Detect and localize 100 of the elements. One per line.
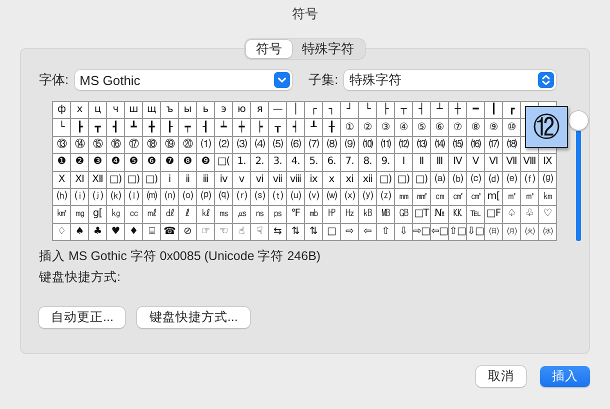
keyboard-shortcut-button[interactable]: 键盘快捷方式... <box>137 307 250 328</box>
symbol-cell[interactable]: ④ <box>395 119 413 137</box>
scroll-bar[interactable] <box>576 131 581 241</box>
symbol-cell[interactable]: ⅸ <box>305 172 323 189</box>
symbol-cell[interactable]: ┻ <box>125 119 143 137</box>
symbol-cell[interactable]: ㎎ <box>71 206 89 224</box>
symbol-cell[interactable]: ⇦ <box>359 224 377 241</box>
symbol-cell[interactable]: ⒫ <box>197 188 215 206</box>
symbol-cell[interactable]: ⑮ <box>89 136 107 154</box>
symbol-cell[interactable]: Ⅻ <box>89 172 107 189</box>
symbol-cell[interactable]: ⅰ <box>161 172 179 189</box>
symbol-cell[interactable]: ⒮ <box>251 188 269 206</box>
symbol-cell[interactable]: ♠ <box>71 224 89 241</box>
symbol-cell[interactable]: ㎳ <box>215 206 233 224</box>
symbol-cell[interactable]: ⒩ <box>161 188 179 206</box>
font-select[interactable]: MS Gothic <box>74 70 292 90</box>
symbol-cell[interactable]: Ⅳ <box>449 154 467 172</box>
scroll-thumb[interactable] <box>569 111 588 130</box>
symbol-cell[interactable]: ┳ <box>89 119 107 137</box>
symbol-cell[interactable]: х <box>71 102 89 120</box>
symbol-cell[interactable]: Ⅺ <box>71 172 89 189</box>
symbol-cell[interactable]: □) <box>125 172 143 189</box>
symbol-cell[interactable]: ┏ <box>503 102 521 120</box>
symbol-cell[interactable]: │ <box>287 102 305 120</box>
symbol-cell[interactable]: m[ <box>485 188 503 206</box>
symbol-cell[interactable]: ┤ <box>413 102 431 120</box>
tab[interactable]: 特殊字符 <box>292 40 364 58</box>
symbol-cell[interactable]: ⒤ <box>71 188 89 206</box>
symbol-cell[interactable]: ㈪ <box>503 224 521 241</box>
symbol-cell[interactable]: ♥ <box>107 224 125 241</box>
symbol-cell[interactable]: ⒡ <box>521 172 539 189</box>
symbol-cell[interactable]: ㎞ <box>539 188 557 206</box>
symbol-cell[interactable]: ⅳ <box>215 172 233 189</box>
symbol-cell[interactable]: ♦ <box>125 224 143 241</box>
symbol-cell[interactable]: ⑱ <box>143 136 161 154</box>
symbol-cell[interactable]: ┠ <box>161 119 179 137</box>
symbol-cell[interactable]: ❾ <box>197 154 215 172</box>
symbol-cell[interactable]: э <box>215 102 233 120</box>
symbol-cell[interactable]: □) <box>377 172 395 189</box>
symbol-cell[interactable]: ㈰ <box>485 224 503 241</box>
symbol-cell[interactable]: ㎇ <box>395 206 413 224</box>
symbol-cell[interactable]: Ⅲ <box>431 154 449 172</box>
symbol-cell[interactable]: ♡ <box>539 206 557 224</box>
symbol-cell[interactable]: ⒜ <box>431 172 449 189</box>
symbol-cell[interactable]: ㎰ <box>269 206 287 224</box>
symbol-cell[interactable]: ㈫ <box>521 224 539 241</box>
symbol-cell[interactable]: ㎖ <box>143 206 161 224</box>
symbol-cell[interactable]: ❷ <box>71 154 89 172</box>
symbol-cell[interactable]: ⑧ <box>467 119 485 137</box>
symbol-cell[interactable]: ⑶ <box>233 136 251 154</box>
symbol-cell[interactable]: □F <box>485 206 503 224</box>
symbol-cell[interactable]: ❺ <box>125 154 143 172</box>
symbol-cell[interactable]: ⅵ <box>251 172 269 189</box>
symbol-cell[interactable]: □) <box>143 172 161 189</box>
symbol-cell[interactable]: ㎘ <box>197 206 215 224</box>
symbol-cell[interactable]: ㎡ <box>503 188 521 206</box>
symbol-cell[interactable]: Ⅷ <box>521 154 539 172</box>
symbol-cell[interactable]: ⇧□ <box>449 224 467 241</box>
symbol-cell[interactable]: 6. <box>323 154 341 172</box>
symbol-cell[interactable]: 4. <box>287 154 305 172</box>
symbol-cell[interactable]: ❸ <box>89 154 107 172</box>
symbol-cell[interactable]: ⑭ <box>71 136 89 154</box>
symbol-cell[interactable]: ㏍ <box>449 206 467 224</box>
symbol-cell[interactable]: ⒥ <box>89 188 107 206</box>
symbol-cell[interactable]: ☟ <box>251 224 269 241</box>
symbol-cell[interactable]: ⒟ <box>485 172 503 189</box>
symbol-cell[interactable]: □) <box>107 172 125 189</box>
symbol-cell[interactable]: ⑳ <box>179 136 197 154</box>
symbol-cell[interactable]: ┨ <box>197 119 215 137</box>
symbol-cell[interactable]: ┼ <box>449 102 467 120</box>
symbol-cell[interactable]: ⒢ <box>539 172 557 189</box>
symbol-cell[interactable]: ㎅ <box>359 206 377 224</box>
symbol-cell[interactable]: ╋ <box>143 119 161 137</box>
symbol-cell[interactable]: Ⅱ <box>413 154 431 172</box>
symbol-cell[interactable]: g[ <box>89 206 107 224</box>
symbol-cell[interactable]: ℡ <box>467 206 485 224</box>
symbol-cell[interactable]: ⅶ <box>269 172 287 189</box>
symbol-cell[interactable]: ━ <box>467 102 485 120</box>
symbol-cell[interactable]: ф <box>53 102 71 120</box>
symbol-cell[interactable]: ⒪ <box>179 188 197 206</box>
subset-select[interactable]: 特殊字符 <box>344 70 556 90</box>
symbol-cell[interactable]: 8. <box>359 154 377 172</box>
symbol-cell[interactable]: Ⅵ <box>485 154 503 172</box>
symbol-cell[interactable]: ⑸ <box>269 136 287 154</box>
symbol-cell[interactable]: ① <box>341 119 359 137</box>
symbol-cell[interactable]: 2. <box>251 154 269 172</box>
symbol-cell[interactable]: ⑴ <box>197 136 215 154</box>
symbol-cell[interactable]: ㎗ <box>161 206 179 224</box>
symbol-cell[interactable]: ⒁ <box>431 136 449 154</box>
symbol-cell[interactable]: ┘ <box>341 102 359 120</box>
symbol-cell[interactable]: ⑺ <box>305 136 323 154</box>
symbol-cell[interactable]: ⅲ <box>197 172 215 189</box>
symbol-cell[interactable]: ⒦ <box>107 188 125 206</box>
symbol-cell[interactable]: ╂ <box>323 119 341 137</box>
symbol-cell[interactable]: ㎥ <box>521 188 539 206</box>
symbol-cell[interactable]: щ <box>143 102 161 120</box>
symbol-cell[interactable]: ⒰ <box>287 188 305 206</box>
symbol-cell[interactable]: □) <box>395 172 413 189</box>
symbol-cell[interactable]: 3. <box>269 154 287 172</box>
symbol-cell[interactable]: ㎜ <box>395 188 413 206</box>
